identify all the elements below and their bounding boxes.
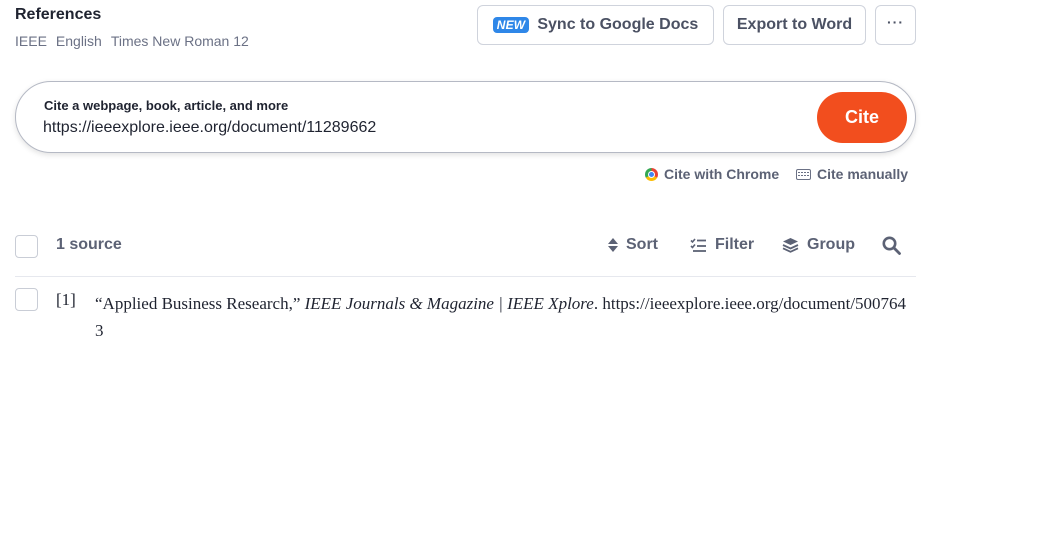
sort-button[interactable]: Sort xyxy=(608,236,658,254)
reference-checkbox[interactable] xyxy=(15,288,38,311)
reference-container: IEEE Journals & Magazine | IEEE Xplore xyxy=(304,294,594,313)
style-settings[interactable]: IEEE English Times New Roman 12 xyxy=(15,33,249,49)
filter-label: Filter xyxy=(715,236,755,253)
list-divider xyxy=(15,276,916,277)
sort-label: Sort xyxy=(626,236,658,253)
reference-title: “Applied Business Research,” xyxy=(95,294,301,313)
reference-number: [1] xyxy=(56,290,76,309)
cite-search-bar: Cite a webpage, book, article, and more … xyxy=(15,81,916,153)
filter-button[interactable]: Filter xyxy=(690,236,754,254)
language[interactable]: English xyxy=(56,33,102,49)
sync-google-docs-button[interactable]: NEW Sync to Google Docs xyxy=(477,5,714,45)
chrome-icon xyxy=(645,167,658,181)
group-label: Group xyxy=(807,236,855,253)
cite-url-input[interactable] xyxy=(43,117,783,139)
export-to-word-button[interactable]: Export to Word xyxy=(723,5,866,45)
font-setting[interactable]: Times New Roman 12 xyxy=(111,33,249,49)
select-all-checkbox[interactable] xyxy=(15,235,38,258)
group-button[interactable]: Group xyxy=(782,236,855,254)
search-button[interactable] xyxy=(882,236,901,255)
cite-manually-link[interactable]: Cite manually xyxy=(796,166,908,182)
reference-entry[interactable]: “Applied Business Research,” IEEE Journa… xyxy=(95,290,910,344)
layers-icon xyxy=(782,238,799,253)
filter-list-icon xyxy=(690,238,706,252)
more-icon: ··· xyxy=(887,14,904,30)
sort-icon xyxy=(608,238,618,252)
citation-style[interactable]: IEEE xyxy=(15,33,47,49)
search-icon xyxy=(882,236,901,255)
references-title: References xyxy=(15,6,102,23)
sync-label: Sync to Google Docs xyxy=(537,16,699,33)
more-options-button[interactable]: ··· xyxy=(875,5,916,45)
cite-with-chrome-label: Cite with Chrome xyxy=(664,166,780,182)
cite-manually-label: Cite manually xyxy=(817,166,909,182)
cite-button[interactable]: Cite xyxy=(817,92,907,143)
keyboard-icon xyxy=(796,168,811,180)
cite-with-chrome-link[interactable]: Cite with Chrome xyxy=(645,166,779,182)
source-count: 1 source xyxy=(56,236,122,253)
new-badge: NEW xyxy=(492,17,530,33)
cite-prompt: Cite a webpage, book, article, and more xyxy=(44,98,289,113)
